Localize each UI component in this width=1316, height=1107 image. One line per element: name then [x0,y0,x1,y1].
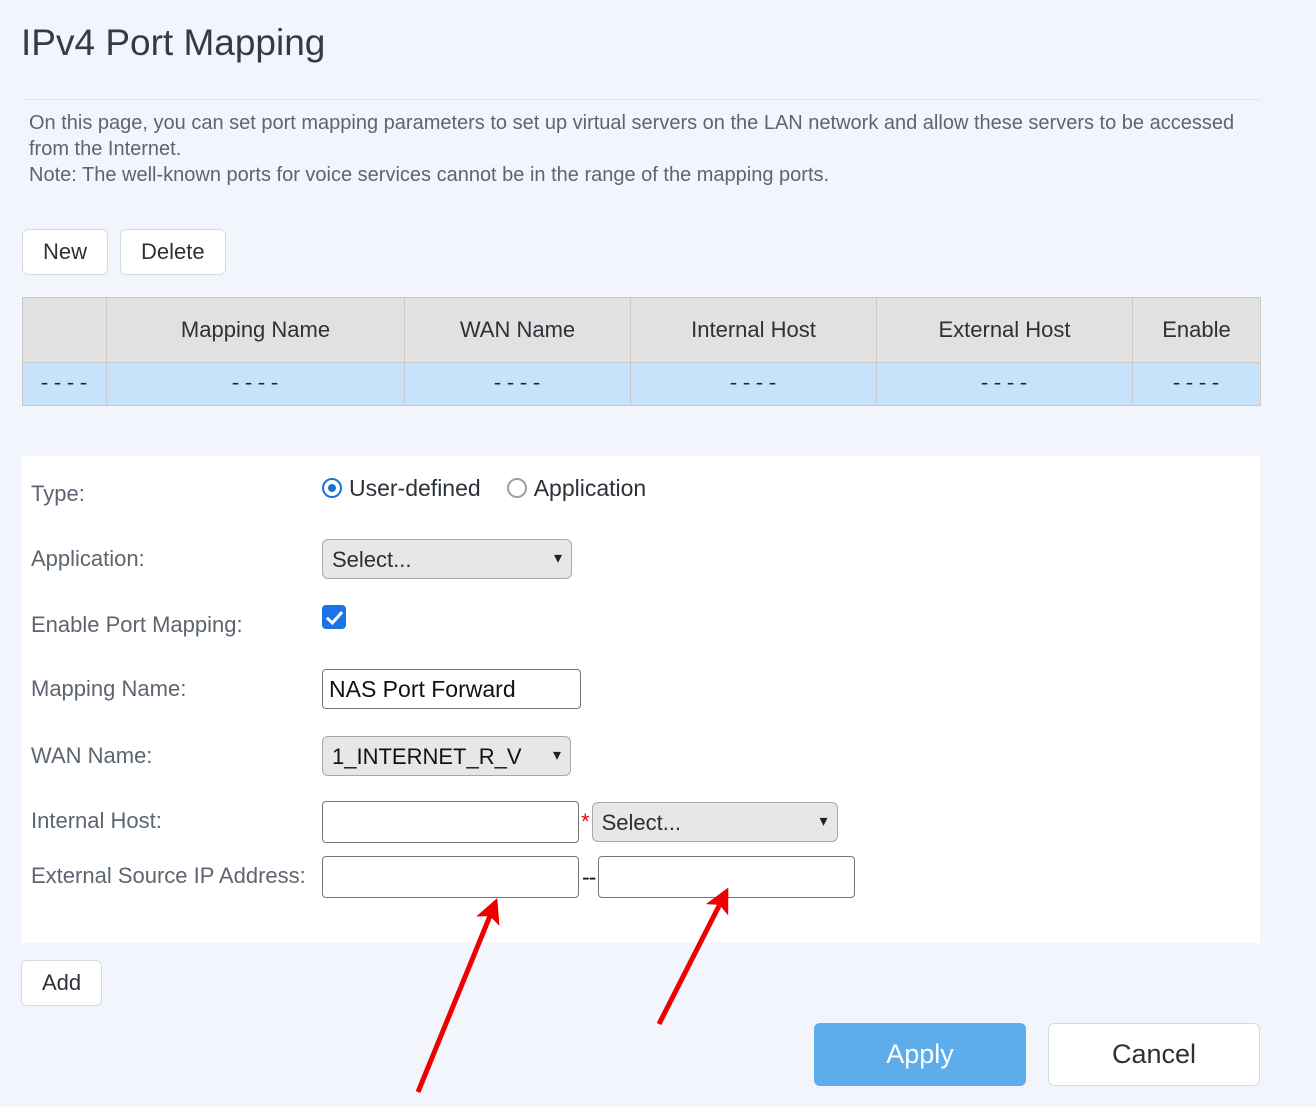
form-row-external-source-ip: External Source IP Address: -- [22,856,1260,898]
table-header-external-host: External Host [876,297,1133,363]
external-source-ip-end-input[interactable] [598,856,856,898]
new-button[interactable]: New [22,229,109,275]
external-source-ip-label: External Source IP Address: [31,863,306,888]
apply-button[interactable]: Apply [814,1023,1026,1086]
table-header-enable: Enable [1132,297,1261,363]
page-description: On this page, you can set port mapping p… [29,110,1265,188]
form-row-mapping-name: Mapping Name: [22,669,1260,709]
application-select[interactable]: Select... [322,539,572,579]
internal-host-label: Internal Host: [31,808,162,833]
radio-application-indicator[interactable] [506,478,527,498]
external-source-ip-control: -- [322,856,856,898]
internal-host-control: * Select... ▾ [322,801,838,843]
port-mapping-form: Type: User-defined Application Applicati… [22,456,1260,943]
enable-port-mapping-control [322,605,346,629]
description-line-2: Note: The well-known ports for voice ser… [29,164,830,186]
table-toolbar: New Delete [22,229,226,275]
cancel-button[interactable]: Cancel [1048,1023,1260,1086]
port-mapping-table: Mapping Name WAN Name Internal Host Exte… [22,297,1261,406]
mapping-name-input[interactable] [322,669,581,709]
title-divider [22,99,1260,100]
description-line-1: On this page, you can set port mapping p… [29,112,1235,160]
wan-name-select-wrapper: 1_INTERNET_R_V ▾ [322,736,571,776]
delete-button[interactable]: Delete [120,229,226,275]
table-cell-internal-host: ---- [630,362,877,406]
application-select-wrapper: Select... ▾ [322,539,572,579]
application-label: Application: [31,546,145,571]
external-source-ip-start-input[interactable] [322,856,579,898]
type-radio-group: User-defined Application [322,474,646,502]
table-header-select [22,297,107,363]
table-header-internal-host: Internal Host [630,297,877,363]
application-control: Select... ▾ [322,539,572,579]
radio-user-defined[interactable]: User-defined [322,474,481,502]
table-cell-mapping-name: ---- [106,362,405,406]
table-cell-enable: ---- [1132,362,1261,406]
type-label: Type: [31,481,85,506]
table-cell-external-host: ---- [876,362,1133,406]
radio-user-defined-indicator[interactable] [322,478,342,498]
radio-user-defined-label: User-defined [349,475,481,501]
internal-host-input[interactable] [322,801,579,843]
form-actions: Apply Cancel [814,1023,1260,1086]
wan-name-label: WAN Name: [31,743,153,768]
external-source-ip-separator: -- [582,863,596,890]
form-row-enable-port-mapping: Enable Port Mapping: [22,605,1260,645]
form-row-type: Type: User-defined Application [22,474,1260,514]
wan-name-select[interactable]: 1_INTERNET_R_V [322,736,571,776]
page-title: IPv4 Port Mapping [21,22,326,63]
internal-host-select-wrapper: Select... ▾ [591,802,838,842]
form-row-application: Application: Select... ▾ [22,539,1260,579]
enable-port-mapping-checkbox[interactable] [322,605,346,629]
enable-port-mapping-label: Enable Port Mapping: [31,612,243,637]
table-cell-wan-name: ---- [404,362,631,406]
table-header-row: Mapping Name WAN Name Internal Host Exte… [22,297,1261,363]
mapping-name-control [322,669,581,709]
table-cell-select[interactable]: ---- [22,362,107,406]
internal-host-required-marker: * [581,809,590,834]
add-button[interactable]: Add [21,960,103,1006]
internal-host-select[interactable]: Select... [591,802,838,842]
table-header-wan-name: WAN Name [404,297,631,363]
radio-application-label: Application [533,475,647,501]
form-row-wan-name: WAN Name: 1_INTERNET_R_V ▾ [22,736,1260,776]
form-row-internal-host: Internal Host: * Select... ▾ [22,801,1260,843]
radio-application[interactable]: Application [506,474,647,502]
wan-name-control: 1_INTERNET_R_V ▾ [322,736,571,776]
mapping-name-label: Mapping Name: [31,676,187,701]
table-header-mapping-name: Mapping Name [106,297,405,363]
table-row[interactable]: ---- ---- ---- ---- ---- ---- [22,362,1261,406]
